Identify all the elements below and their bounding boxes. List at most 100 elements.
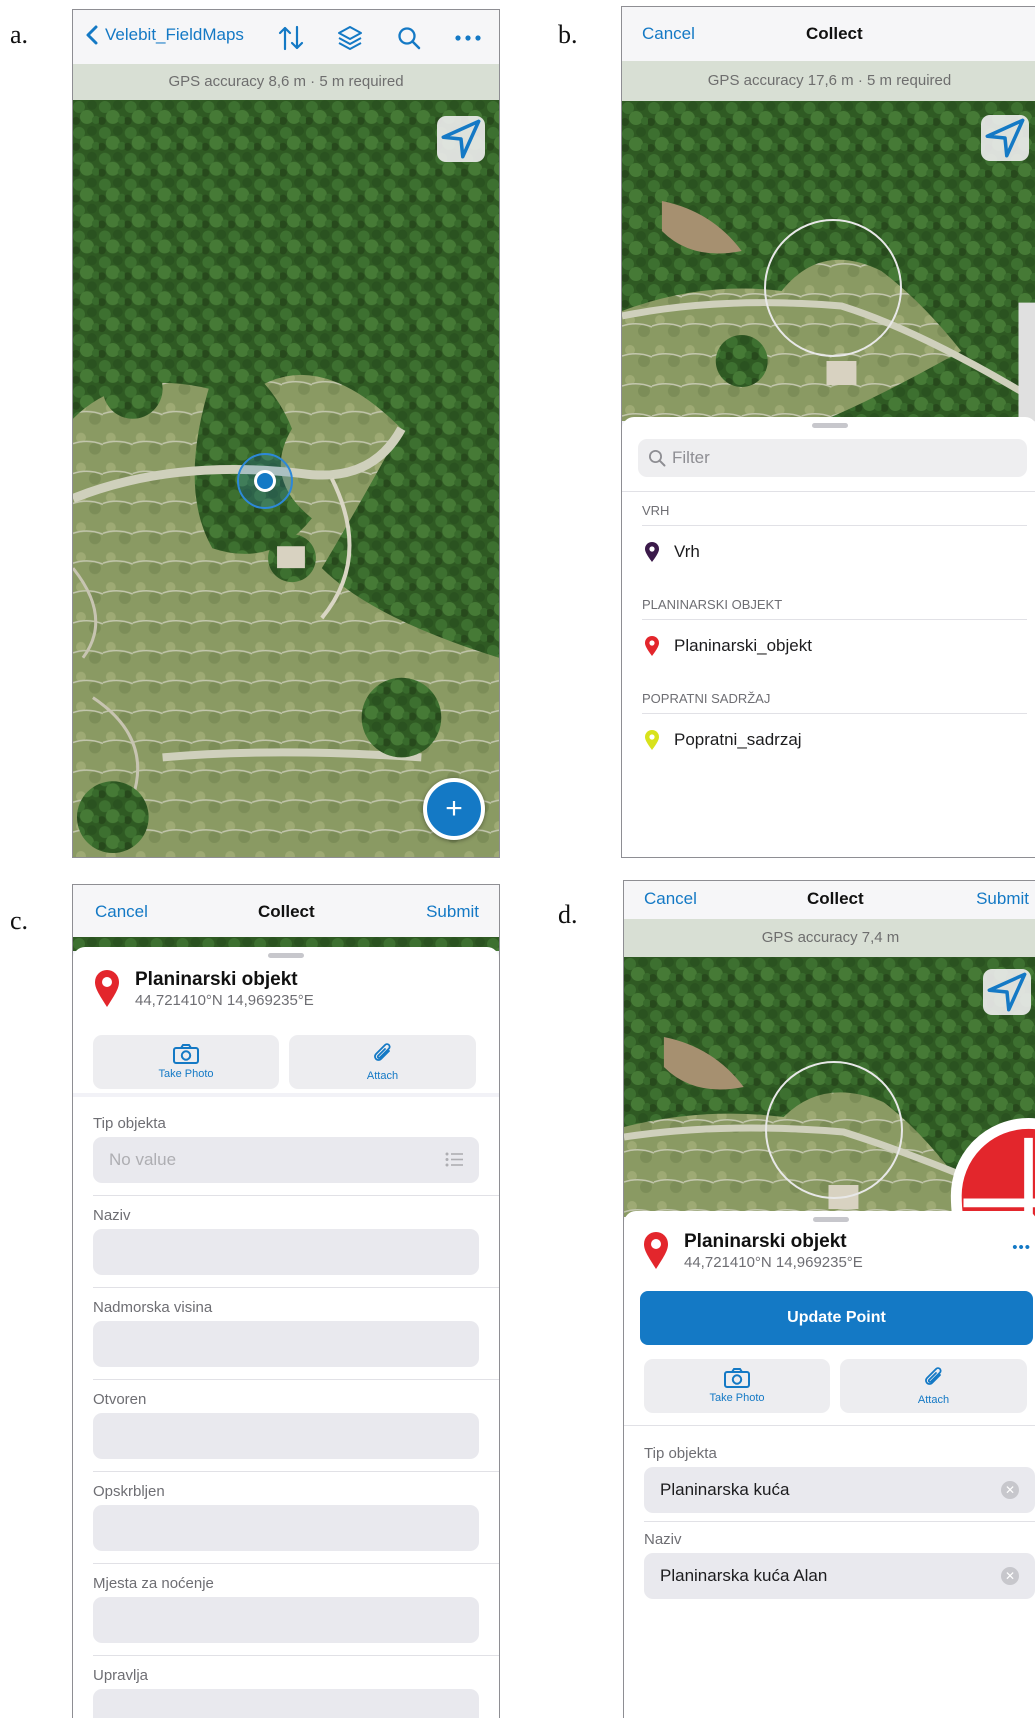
locate-button[interactable] [983,969,1031,1015]
camera-icon [724,1368,750,1388]
submit-button[interactable]: Submit [426,902,479,922]
sheet-grabber[interactable] [811,423,848,428]
naziv-field[interactable]: Planinarska kuća Alan ✕ [644,1553,1035,1599]
field-label-tip-objekta: Tip objekta [644,1445,717,1462]
panel-label-b: b. [558,20,578,49]
clear-icon[interactable]: ✕ [1001,1567,1019,1585]
feature-header-card: Planinarski objekt 44,721410°N 14,969235… [73,947,499,1093]
update-point-button[interactable]: Update Point [640,1291,1033,1345]
cancel-button[interactable]: Cancel [642,24,695,44]
type-item-label: Planinarski_objekt [674,636,812,655]
field-value: Planinarska kuća [660,1480,790,1499]
satellite-map[interactable] [622,101,1035,421]
opskrbljen-field[interactable] [93,1505,479,1551]
map-pin-icon[interactable] [822,1109,1035,1217]
back-button[interactable]: Velebit_FieldMaps [85,24,244,46]
divider [622,491,1035,492]
map-pin-icon [95,970,119,1007]
field-label-otvoren: Otvoren [93,1391,147,1408]
more-icon[interactable] [455,35,481,41]
otvoren-field[interactable] [93,1413,479,1459]
take-photo-button[interactable]: Take Photo [93,1035,279,1089]
sheet-grabber[interactable] [812,1217,849,1222]
phone-screen-a: Velebit_FieldMaps GPS accuracy 8,6 m · 5… [72,9,500,858]
tip-objekta-select[interactable]: No value [93,1137,479,1183]
locate-button[interactable] [981,115,1029,161]
field-label-mjesta-za-nocenje: Mjesta za noćenje [93,1575,214,1592]
locate-arrow-icon [985,118,1025,158]
divider [624,1425,1035,1426]
field-value: Planinarska kuća Alan [660,1566,828,1585]
phone-screen-c: Cancel Collect Submit Planinarski objekt… [72,884,500,1718]
gps-accuracy-bar: GPS accuracy 8,6 m · 5 m required [73,64,499,100]
search-icon[interactable] [397,26,421,50]
location-dot-icon [237,453,293,509]
search-icon [649,450,666,467]
group-header-planinarski-objekt: PLANINARSKI OBJEKT [642,597,783,612]
field-label-tip-objekta: Tip objekta [93,1115,166,1132]
add-button[interactable]: + [423,778,485,840]
type-item-label: Vrh [674,542,700,561]
gps-accuracy-text: GPS accuracy 8,6 m [168,73,306,90]
cancel-button[interactable]: Cancel [644,889,697,909]
take-photo-label: Take Photo [709,1392,765,1404]
sheet-grabber[interactable] [268,953,304,958]
gps-accuracy-bar: GPS accuracy 7,4 m [624,919,1035,957]
cancel-button[interactable]: Cancel [95,902,148,922]
panel-label-d: d. [558,900,578,929]
field-label-naziv: Naziv [644,1531,682,1548]
layers-icon[interactable] [337,24,363,52]
field-label-upravlja: Upravlja [93,1667,149,1684]
panel-label-c: c. [10,906,29,935]
collect-navbar: Cancel Collect Submit [624,881,1035,919]
feature-detail-sheet: Planinarski objekt 44,721410°N 14,969235… [624,1211,1035,1718]
divider [642,525,1027,526]
take-photo-button[interactable]: Take Photo [644,1359,830,1413]
divider [644,1521,1035,1522]
gps-required-text: 5 m required [319,73,404,90]
attribute-form: Tip objekta No value Naziv Nadmorska vis… [73,1097,499,1718]
type-item-planinarski-objekt[interactable]: Planinarski_objekt [642,631,1027,661]
filter-input[interactable]: Filter [638,439,1027,477]
phone-screen-b: Cancel Collect GPS accuracy 17,6 m · 5 m… [621,6,1035,858]
divider [642,619,1027,620]
upravlja-field[interactable] [93,1689,479,1718]
submit-button[interactable]: Submit [976,889,1029,909]
attach-button[interactable]: Attach [289,1035,476,1089]
type-item-popratni-sadrzaj[interactable]: Popratni_sadrzaj [642,725,1027,755]
page-title: Collect [806,24,863,43]
feature-type-sheet: Filter VRH Vrh PLANINARSKI OBJEKT Planin… [622,417,1035,857]
feature-header: Planinarski objekt 44,721410°N 14,969235… [93,969,314,1011]
map-pin-icon [645,636,659,656]
field-value: No value [109,1150,177,1169]
gps-separator: · [310,73,316,90]
locate-button[interactable] [437,116,485,162]
feature-coordinates: 44,721410°N 14,969235°E [135,992,314,1009]
map-pin-icon [645,730,659,750]
sort-arrows-icon[interactable] [277,25,305,51]
divider [93,1287,499,1288]
nadmorska-visina-field[interactable] [93,1321,479,1367]
naziv-field[interactable] [93,1229,479,1275]
page-title: Collect [807,889,864,908]
list-icon [445,1152,463,1167]
take-photo-label: Take Photo [158,1068,214,1080]
attach-button[interactable]: Attach [840,1359,1027,1413]
divider [93,1195,499,1196]
satellite-map[interactable]: + [73,100,499,857]
collect-navbar: Cancel Collect Submit [73,885,499,937]
camera-icon [173,1044,199,1064]
feature-header: Planinarski objekt 44,721410°N 14,969235… [642,1231,863,1273]
panel-label-a: a. [10,20,29,49]
more-button[interactable]: ••• [1012,1239,1031,1256]
mjesta-za-nocenje-field[interactable] [93,1597,479,1643]
gps-accuracy-bar: GPS accuracy 17,6 m · 5 m required [622,61,1035,101]
type-item-vrh[interactable]: Vrh [642,537,1027,567]
field-label-opskrbljen: Opskrbljen [93,1483,165,1500]
group-header-vrh: VRH [642,503,670,518]
clear-icon[interactable]: ✕ [1001,1481,1019,1499]
collect-navbar: Cancel Collect [622,7,1035,61]
satellite-map[interactable] [624,957,1035,1217]
divider [642,713,1027,714]
tip-objekta-field[interactable]: Planinarska kuća ✕ [644,1467,1035,1513]
